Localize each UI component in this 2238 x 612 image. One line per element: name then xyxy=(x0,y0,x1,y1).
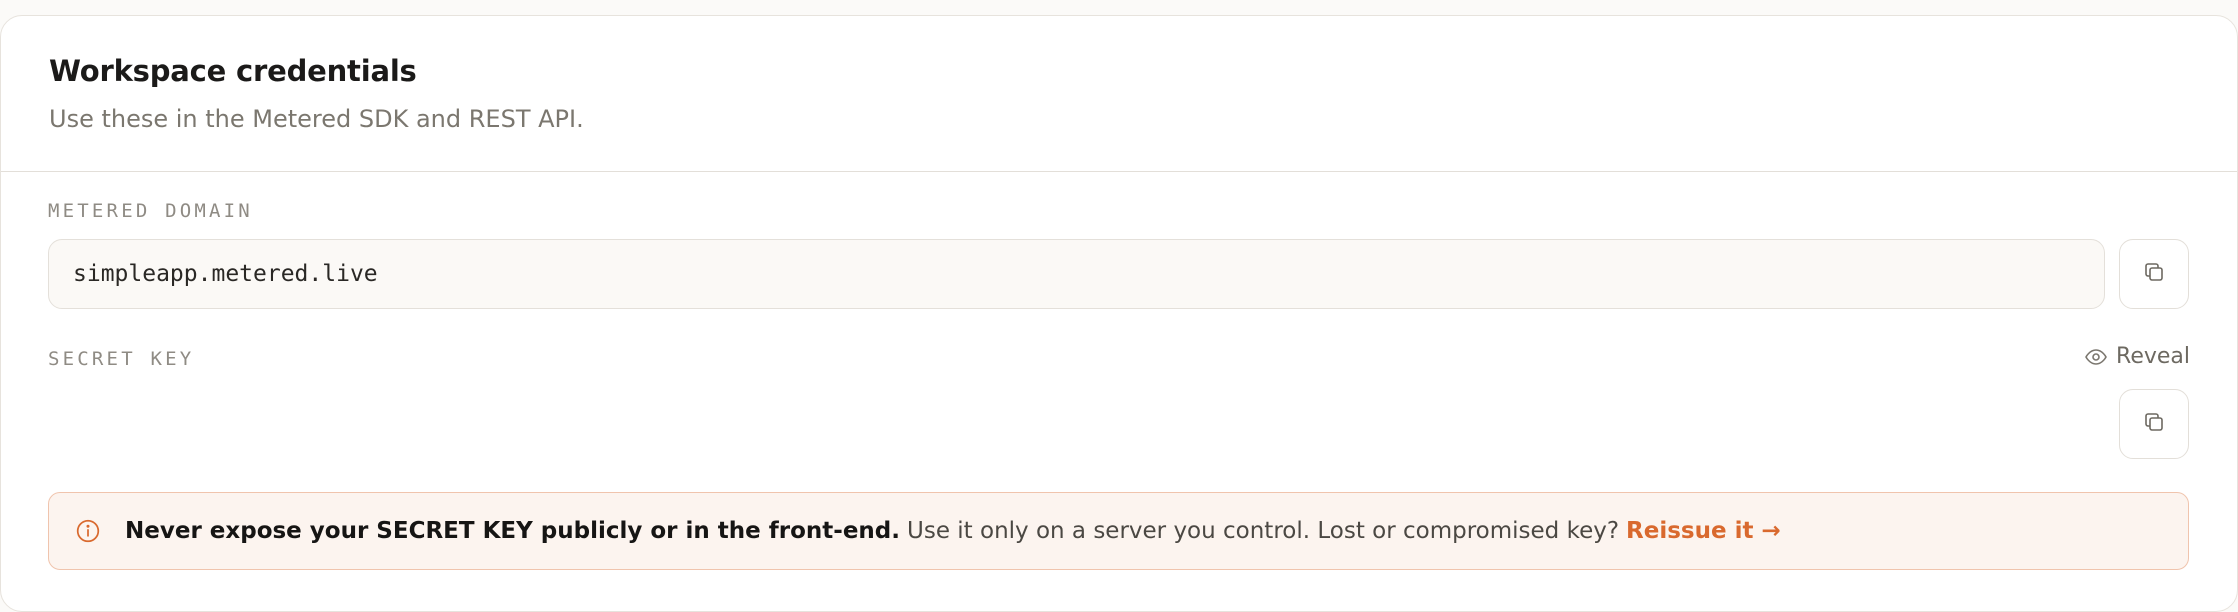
warning-text: Use it only on a server you control. Los… xyxy=(907,518,1620,544)
card-title: Workspace credentials xyxy=(49,54,417,88)
secret-key-label: SECRET KEY xyxy=(48,348,195,370)
card-header: Workspace credentials Use these in the M… xyxy=(1,16,2237,172)
copy-secret-key-button[interactable] xyxy=(2119,389,2189,459)
reveal-label: Reveal xyxy=(2116,344,2190,369)
copy-icon xyxy=(2142,410,2166,438)
security-warning-banner: Never expose your SECRET KEY publicly or… xyxy=(48,492,2189,570)
eye-icon xyxy=(2084,345,2108,369)
secret-key-value xyxy=(48,389,2105,459)
warning-strong-text: Never expose your SECRET KEY publicly or… xyxy=(125,518,900,544)
reveal-button[interactable]: Reveal xyxy=(2084,344,2190,369)
domain-label: METERED DOMAIN xyxy=(48,200,253,222)
card-subtitle: Use these in the Metered SDK and REST AP… xyxy=(49,105,584,133)
copy-icon xyxy=(2142,260,2166,288)
copy-domain-button[interactable] xyxy=(2119,239,2189,309)
domain-field[interactable]: simpleapp.metered.live xyxy=(48,239,2105,309)
reissue-link[interactable]: Reissue it → xyxy=(1626,518,1781,544)
info-icon xyxy=(75,518,101,544)
